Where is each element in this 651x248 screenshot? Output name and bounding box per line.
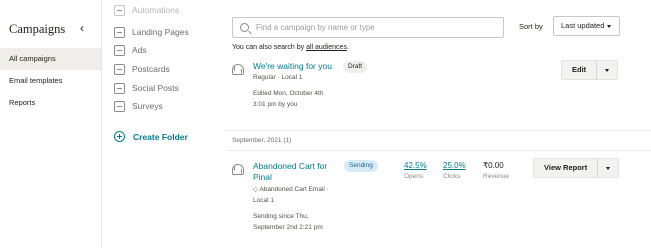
edit-options-dropdown[interactable]: [597, 61, 617, 79]
campaign-email-icon: [232, 64, 244, 75]
folder-label: Surveys: [132, 101, 163, 111]
folder-label: Landing Pages: [132, 27, 189, 37]
audience-search-hint: You can also search by all audiences.: [232, 44, 349, 51]
folder-automations[interactable]: Automations: [114, 2, 179, 18]
folder-label: Postcards: [132, 64, 170, 74]
folder-list: Automations Landing Pages Ads Postcards …: [102, 0, 226, 248]
ads-icon: [114, 44, 125, 56]
postcard-icon: [114, 63, 125, 75]
chevron-down-icon: [607, 25, 611, 28]
chevron-down-icon: [606, 166, 611, 170]
search-input[interactable]: [256, 23, 496, 32]
divider: [226, 150, 651, 151]
sidebar: Campaigns ‹ All campaigns Email template…: [0, 0, 102, 248]
sort-selected-value: Last updated: [561, 21, 605, 30]
month-section-heading: September, 2021 (1): [232, 137, 292, 144]
sending-campaign-title[interactable]: Abandoned Cart for: [253, 161, 327, 172]
folder-label: Social Posts: [132, 83, 179, 93]
create-folder-button[interactable]: Create Folder: [114, 131, 188, 142]
automation-icon: [114, 4, 125, 16]
view-report-button[interactable]: View Report: [534, 159, 599, 177]
folder-ads[interactable]: Ads: [114, 42, 147, 58]
folder-label: Ads: [132, 45, 147, 55]
social-post-icon: [114, 82, 125, 94]
all-audiences-link[interactable]: all audiences: [306, 44, 347, 51]
status-badge: Draft: [343, 61, 368, 73]
folder-landing-pages[interactable]: Landing Pages: [114, 24, 189, 40]
opens-label: Opens: [404, 173, 424, 180]
status-badge: Sending: [344, 160, 378, 172]
chevron-down-icon: [605, 68, 610, 72]
audience-hint-prefix: You can also search by: [232, 44, 307, 51]
view-report-split-button: View Report: [533, 158, 620, 178]
sidebar-item-all-campaigns[interactable]: All campaigns: [0, 48, 101, 70]
campaign-search[interactable]: [232, 17, 504, 38]
edit-split-button: Edit: [561, 60, 619, 80]
survey-icon: [114, 100, 125, 112]
clicks-rate-link[interactable]: 25.0%: [443, 161, 466, 170]
create-folder-label: Create Folder: [133, 131, 188, 142]
revenue-value: ₹0.00: [483, 161, 504, 170]
edit-button[interactable]: Edit: [562, 61, 598, 79]
sending-campaign-title-cont[interactable]: Pinal: [253, 172, 272, 183]
draft-campaign-title[interactable]: We're waiting for you: [253, 61, 332, 72]
sending-since: Sending since Thu,: [253, 213, 309, 220]
opens-rate-link[interactable]: 42.5%: [404, 161, 427, 170]
search-icon: [240, 23, 249, 32]
sort-select[interactable]: Last updated: [553, 16, 620, 36]
folder-surveys[interactable]: Surveys: [114, 98, 163, 114]
clicks-label: Clicks: [443, 173, 461, 180]
revenue-label: Revenue: [483, 173, 510, 180]
sidebar-title: Campaigns: [9, 22, 66, 36]
folder-postcards[interactable]: Postcards: [114, 61, 170, 77]
report-options-dropdown[interactable]: [598, 159, 618, 177]
draft-campaign-edited-by: 3:01 pm by you: [253, 101, 298, 108]
sort-by-label: Sort by: [519, 22, 543, 31]
draft-campaign-type: Regular · Local 1: [253, 74, 303, 81]
sidebar-item-reports[interactable]: Reports: [0, 92, 101, 114]
audience-hint-suffix: .: [346, 44, 349, 51]
folder-social-posts[interactable]: Social Posts: [114, 80, 179, 96]
campaign-email-icon: [232, 164, 244, 175]
collapse-sidebar-icon[interactable]: ‹: [80, 21, 84, 35]
sending-campaign-type: ◇ Abandoned Cart Email ·: [253, 186, 329, 193]
sidebar-item-email-templates[interactable]: Email templates: [0, 70, 101, 92]
sending-campaign-audience: Local 1: [253, 197, 274, 204]
landing-page-icon: [114, 26, 125, 38]
sending-since-date: September 2nd 2:21 pm: [253, 224, 323, 231]
plus-circle-icon: [114, 131, 125, 142]
folder-label: Automations: [132, 5, 180, 15]
draft-campaign-edited: Edited Mon, October 4th: [253, 90, 324, 97]
divider: [226, 130, 651, 131]
